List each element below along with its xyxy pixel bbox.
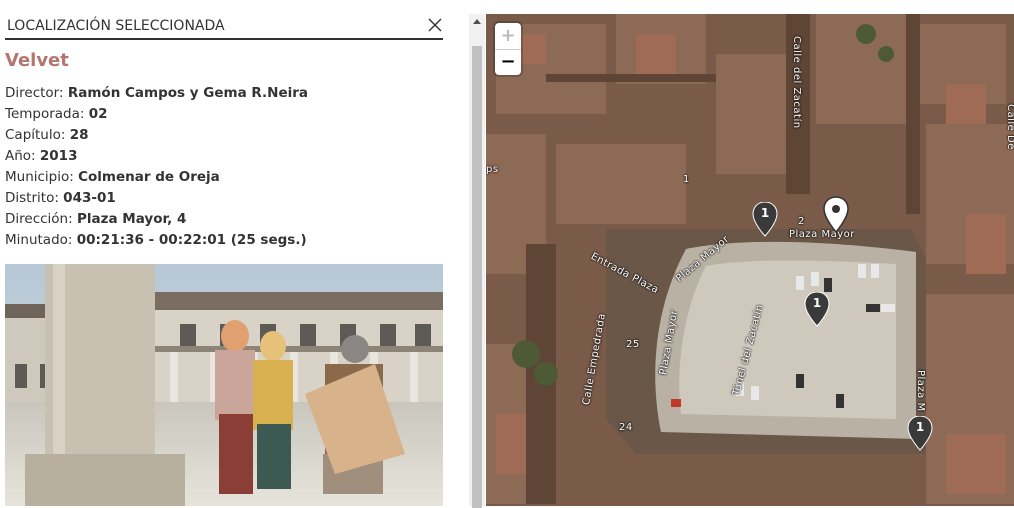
detail-value: 043-01 xyxy=(63,190,116,206)
detail-label: Minutado: xyxy=(5,232,77,248)
detail-value: 28 xyxy=(69,127,89,143)
scrollbar-thumb[interactable] xyxy=(472,46,482,508)
detail-label: Municipio: xyxy=(5,169,79,185)
street-label-ps: ps xyxy=(486,164,499,175)
panel-header: LOCALIZACIÓN SELECCIONADA xyxy=(5,14,443,40)
detail-address: Dirección: Plaza Mayor, 4 xyxy=(5,209,308,230)
cluster-marker[interactable]: 1 xyxy=(907,415,933,452)
scroll-up-arrow[interactable] xyxy=(469,14,485,30)
detail-label: Temporada: xyxy=(5,106,89,122)
house-number-24: 24 xyxy=(619,422,633,433)
detail-episode: Capítulo: 28 xyxy=(5,125,308,146)
cluster-marker[interactable]: 1 xyxy=(804,291,830,328)
detail-municipality: Municipio: Colmenar de Oreja xyxy=(5,167,308,188)
detail-label: Director: xyxy=(5,85,68,101)
detail-label: Dirección: xyxy=(5,211,77,227)
street-label-calle-right: Calle De xyxy=(1005,104,1014,150)
cluster-count: 1 xyxy=(812,296,822,310)
detail-value: Ramón Campos y Gema R.Neira xyxy=(67,85,308,101)
detail-label: Distrito: xyxy=(5,190,64,206)
street-label-plaza-m: Plaza M xyxy=(915,370,926,412)
satellite-map-image xyxy=(486,14,1014,506)
detail-label: Capítulo: xyxy=(5,127,70,143)
zoom-control: + − xyxy=(495,23,521,75)
map-pin-icon xyxy=(823,196,849,234)
detail-year: Año: 2013 xyxy=(5,146,308,167)
location-details: Director: Ramón Campos y Gema R.Neira Te… xyxy=(5,83,308,251)
selected-location-marker[interactable] xyxy=(822,196,850,234)
panel-scrollbar[interactable] xyxy=(469,14,485,508)
close-button[interactable] xyxy=(427,17,443,33)
triangle-up-icon xyxy=(473,19,481,24)
zoom-in-button[interactable]: + xyxy=(495,23,521,50)
close-icon[interactable] xyxy=(427,17,443,33)
scene-still-image xyxy=(5,264,443,506)
house-number-25: 25 xyxy=(626,339,640,350)
house-number-1: 1 xyxy=(683,174,690,185)
detail-district: Distrito: 043-01 xyxy=(5,188,308,209)
cluster-marker[interactable]: 1 xyxy=(752,201,778,238)
detail-timecode: Minutado: 00:21:36 - 00:22:01 (25 segs.) xyxy=(5,230,308,251)
location-panel: LOCALIZACIÓN SELECCIONADA Velvet Directo… xyxy=(0,0,470,506)
cluster-count: 1 xyxy=(760,206,770,220)
detail-value: 00:21:36 - 00:22:01 (25 segs.) xyxy=(76,232,307,248)
detail-value: 2013 xyxy=(39,148,78,164)
detail-label: Año: xyxy=(5,148,40,164)
detail-value: Colmenar de Oreja xyxy=(78,169,220,185)
series-title: Velvet xyxy=(5,50,69,71)
house-number-2: 2 xyxy=(798,216,805,227)
cluster-count: 1 xyxy=(915,420,925,434)
map-view[interactable]: Plaza Mayor Entrada Plaza Plaza Mayor Pl… xyxy=(486,14,1014,506)
street-label-calle-zacatin: Calle del Zacatín xyxy=(791,36,802,129)
panel-title: LOCALIZACIÓN SELECCIONADA xyxy=(7,18,225,34)
detail-value: Plaza Mayor, 4 xyxy=(76,211,187,227)
detail-director: Director: Ramón Campos y Gema R.Neira xyxy=(5,83,308,104)
detail-value: 02 xyxy=(88,106,108,122)
zoom-out-button[interactable]: − xyxy=(495,49,521,75)
detail-season: Temporada: 02 xyxy=(5,104,308,125)
